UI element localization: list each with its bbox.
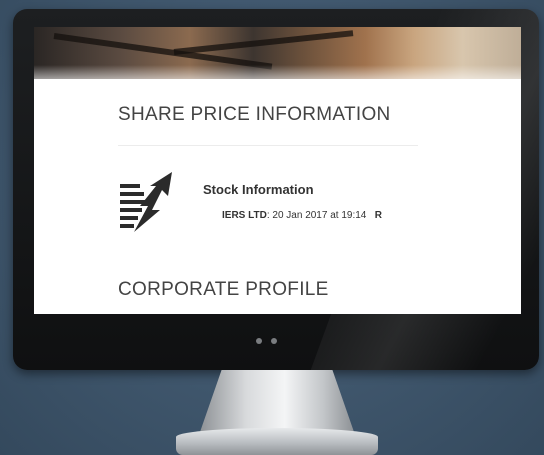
indicator-dot (256, 338, 262, 344)
corporate-profile-heading: CORPORATE PROFILE (118, 279, 329, 300)
monitor-bezel: SHARE PRICE INFORMATION Stock Informatio… (13, 9, 539, 370)
indicator-dot (271, 338, 277, 344)
header-banner-image (34, 27, 521, 79)
ticker-quote-time: : 20 Jan 2017 at 19:14 (266, 210, 367, 221)
monitor-screen: SHARE PRICE INFORMATION Stock Informatio… (34, 27, 521, 314)
monitor-indicator-dots (256, 338, 277, 344)
monitor-stand-neck (200, 370, 354, 432)
scene: SHARE PRICE INFORMATION Stock Informatio… (0, 0, 544, 455)
banner-beam (173, 30, 354, 55)
stock-ticker: IERS LTD: 20 Jan 2017 at 19:14 R (222, 210, 452, 221)
section-divider (118, 145, 418, 146)
banner-fade (34, 65, 521, 79)
monitor-stand-base (176, 428, 378, 455)
stock-chart-arrow-icon (120, 172, 172, 232)
share-price-heading: SHARE PRICE INFORMATION (118, 104, 391, 125)
ticker-company: IERS LTD (222, 210, 267, 221)
ticker-trailing: R (374, 210, 382, 221)
stock-information-heading: Stock Information (203, 182, 314, 197)
